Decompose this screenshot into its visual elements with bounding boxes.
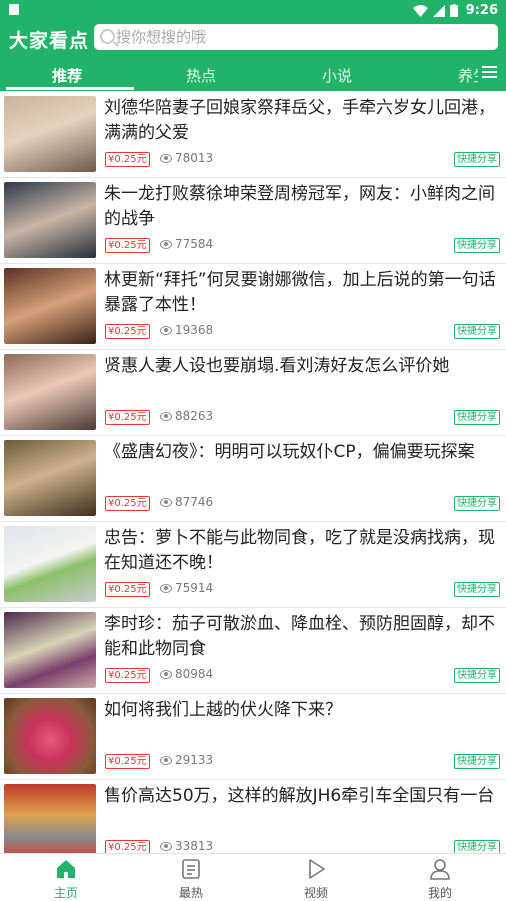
- quick-share-button[interactable]: 快捷分享: [454, 238, 500, 253]
- tab-recommend[interactable]: 推荐: [52, 65, 82, 86]
- eye-icon: [160, 239, 172, 249]
- nav-hottest[interactable]: 最热: [128, 854, 254, 901]
- eye-icon: [160, 325, 172, 335]
- thumbnail-image: [4, 784, 96, 853]
- thumbnail-image: [4, 526, 96, 602]
- quick-share-button[interactable]: 快捷分享: [454, 496, 500, 511]
- reward-badge: ¥0.25元: [105, 324, 150, 339]
- reward-badge: ¥0.25元: [105, 582, 150, 597]
- play-icon: [309, 859, 325, 879]
- search-icon: [100, 29, 115, 44]
- app-header: 大家看点: [0, 22, 506, 56]
- nav-home[interactable]: 主页: [3, 854, 129, 901]
- eye-icon: [160, 669, 172, 679]
- bottom-nav: 主页 最热 视频 我的: [0, 853, 506, 901]
- list-item[interactable]: 林更新“拜托”何炅要谢娜微信，加上后说的第一句话暴露了本性！ ¥0.25元 19…: [0, 263, 506, 350]
- reward-badge: ¥0.25元: [105, 496, 150, 511]
- quick-share-button[interactable]: 快捷分享: [454, 840, 500, 853]
- thumbnail-image: [4, 612, 96, 688]
- app-logo: 大家看点: [9, 30, 90, 52]
- list-item[interactable]: 贤惠人妻人设也要崩塌.看刘涛好友怎么评价她 ¥0.25元 88263 快捷分享: [0, 349, 506, 436]
- list-item[interactable]: 刘德华陪妻子回娘家祭拜岳父，手牵六岁女儿回港，满满的父爱 ¥0.25元 7801…: [0, 91, 506, 178]
- thumbnail-image: [4, 354, 96, 430]
- search-box[interactable]: [94, 24, 498, 50]
- reward-badge: ¥0.25元: [105, 152, 150, 167]
- eye-icon: [160, 153, 172, 163]
- view-count: 29133: [160, 753, 213, 767]
- list-item[interactable]: 朱一龙打败蔡徐坤荣登周榜冠军，网友：小鲜肉之间的战争 ¥0.25元 77584 …: [0, 177, 506, 264]
- article-title: 售价高达50万，这样的解放JH6牵引车全国只有一台: [104, 786, 495, 806]
- nav-profile[interactable]: 我的: [377, 854, 503, 901]
- list-item[interactable]: 售价高达50万，这样的解放JH6牵引车全国只有一台 ¥0.25元 33813 快…: [0, 779, 506, 853]
- thumbnail-image: [4, 698, 96, 774]
- reward-badge: ¥0.25元: [105, 668, 150, 683]
- thumbnail-image: [4, 96, 96, 172]
- article-title: 林更新“拜托”何炅要谢娜微信，加上后说的第一句话暴露了本性！: [104, 270, 496, 315]
- article-title: 李时珍：茄子可散淤血、降血栓、预防胆固醇，却不能和此物同食: [104, 614, 495, 659]
- tab-hot[interactable]: 热点: [186, 65, 216, 86]
- view-count: 80984: [160, 667, 213, 681]
- article-title: 《盛唐幻夜》：明明可以玩奴仆CP，偏偏要玩探案: [104, 442, 475, 462]
- battery-icon: [450, 4, 458, 17]
- quick-share-button[interactable]: 快捷分享: [454, 668, 500, 683]
- menu-icon[interactable]: [482, 66, 497, 78]
- view-count: 75914: [160, 581, 213, 595]
- reward-badge: ¥0.25元: [105, 410, 150, 425]
- quick-share-button[interactable]: 快捷分享: [454, 152, 500, 167]
- eye-icon: [160, 583, 172, 593]
- category-tabs: 推荐 热点 小说 养生: [0, 56, 506, 91]
- list-item[interactable]: 忠告：萝卜不能与此物同食，吃了就是没病找病，现在知道还不晚！ ¥0.25元 75…: [0, 521, 506, 608]
- reward-badge: ¥0.25元: [105, 754, 150, 769]
- search-input[interactable]: [116, 24, 476, 50]
- quick-share-button[interactable]: 快捷分享: [454, 582, 500, 597]
- news-feed[interactable]: 刘德华陪妻子回娘家祭拜岳父，手牵六岁女儿回港，满满的父爱 ¥0.25元 7801…: [0, 91, 506, 853]
- list-icon: [182, 859, 200, 879]
- status-icons: [413, 4, 458, 17]
- reward-badge: ¥0.25元: [105, 840, 150, 853]
- article-title: 贤惠人妻人设也要崩塌.看刘涛好友怎么评价她: [104, 356, 450, 376]
- article-title: 朱一龙打败蔡徐坤荣登周榜冠军，网友：小鲜肉之间的战争: [104, 184, 495, 229]
- view-count: 88263: [160, 409, 213, 423]
- article-title: 如何将我们上越的伏火降下来？: [104, 700, 342, 720]
- tab-health[interactable]: 养生: [458, 65, 478, 86]
- view-count: 33813: [160, 839, 213, 853]
- quick-share-button[interactable]: 快捷分享: [454, 410, 500, 425]
- reward-badge: ¥0.25元: [105, 238, 150, 253]
- list-item[interactable]: 如何将我们上越的伏火降下来？ ¥0.25元 29133 快捷分享: [0, 693, 506, 780]
- view-count: 87746: [160, 495, 213, 509]
- status-bar: 9:26: [0, 0, 506, 22]
- thumbnail-image: [4, 268, 96, 344]
- eye-icon: [160, 755, 172, 765]
- app-notification-icon: [9, 4, 19, 15]
- article-title: 刘德华陪妻子回娘家祭拜岳父，手牵六岁女儿回港，满满的父爱: [104, 98, 495, 143]
- nav-video[interactable]: 视频: [253, 854, 379, 901]
- thumbnail-image: [4, 440, 96, 516]
- view-count: 19368: [160, 323, 213, 337]
- tab-novel[interactable]: 小说: [322, 65, 352, 86]
- list-item[interactable]: 《盛唐幻夜》：明明可以玩奴仆CP，偏偏要玩探案 ¥0.25元 87746 快捷分…: [0, 435, 506, 522]
- list-item[interactable]: 李时珍：茄子可散淤血、降血栓、预防胆固醇，却不能和此物同食 ¥0.25元 809…: [0, 607, 506, 694]
- active-tab-indicator: [6, 87, 134, 90]
- article-title: 忠告：萝卜不能与此物同食，吃了就是没病找病，现在知道还不晚！: [104, 528, 495, 573]
- status-time: 9:26: [465, 3, 498, 18]
- thumbnail-image: [4, 182, 96, 258]
- view-count: 78013: [160, 151, 213, 165]
- eye-icon: [160, 411, 172, 421]
- view-count: 77584: [160, 237, 213, 251]
- person-icon: [430, 859, 450, 880]
- eye-icon: [160, 497, 172, 507]
- quick-share-button[interactable]: 快捷分享: [454, 324, 500, 339]
- signal-icon: [433, 4, 445, 17]
- eye-icon: [160, 841, 172, 851]
- wifi-icon: [413, 4, 428, 17]
- home-icon: [57, 860, 75, 878]
- quick-share-button[interactable]: 快捷分享: [454, 754, 500, 769]
